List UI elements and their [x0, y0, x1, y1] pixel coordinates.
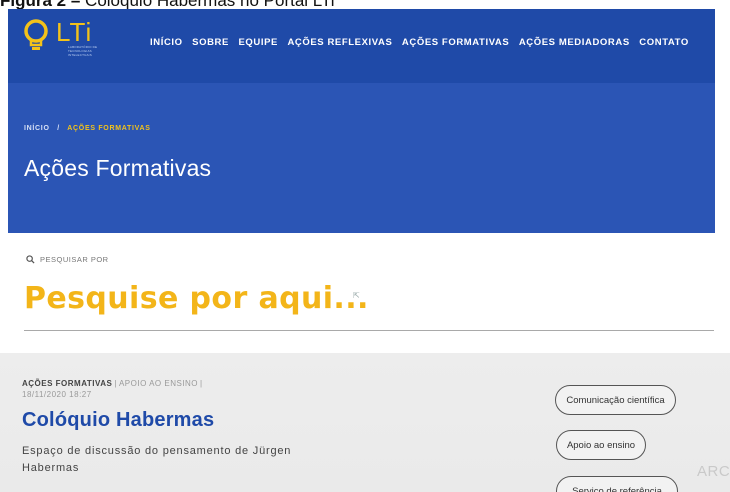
site-header: LTi LABORATÓRIO DE TECNOLOGIAS INTELECTU…	[8, 9, 715, 83]
meta-divider: |	[114, 379, 117, 388]
search-label: PESQUISAR POR	[40, 255, 109, 264]
search-icon	[26, 255, 35, 264]
figure-caption-text: Colóquio Habermas no Portal LTi	[85, 0, 334, 9]
nav-item-inicio[interactable]: INÍCIO	[150, 37, 183, 48]
search-input[interactable]	[24, 273, 644, 323]
tag-comunicacao-cientifica[interactable]: Comunicação científica	[555, 385, 676, 415]
main-nav: INÍCIO SOBRE EQUIPE AÇÕES REFLEXIVAS AÇÕ…	[150, 37, 698, 48]
post-date: 18/11/2020 18:27	[22, 390, 92, 399]
breadcrumb-home[interactable]: INÍCIO	[24, 125, 50, 132]
logo-tagline: LABORATÓRIO DE TECNOLOGIAS INTELECTUAIS	[68, 45, 98, 57]
tag-apoio-ao-ensino[interactable]: Apoio ao ensino	[556, 430, 646, 460]
post-subcategory[interactable]: APOIO AO ENSINO	[119, 379, 198, 388]
search-label-row: PESQUISAR POR	[26, 255, 109, 264]
post-category[interactable]: AÇÕES FORMATIVAS	[22, 379, 112, 388]
nav-item-contato[interactable]: CONTATO	[639, 37, 689, 48]
post-meta: AÇÕES FORMATIVAS | APOIO AO ENSINO | 18/11/…	[22, 378, 205, 400]
logo-text: LTi	[56, 17, 93, 47]
browser-viewport: LTi LABORATÓRIO DE TECNOLOGIAS INTELECTU…	[0, 9, 730, 492]
breadcrumb-separator: /	[57, 125, 60, 132]
tag-servico-de-referencia[interactable]: Serviço de referência	[556, 476, 678, 492]
nav-item-acoes-formativas[interactable]: AÇÕES FORMATIVAS	[402, 37, 509, 48]
nav-item-acoes-reflexivas[interactable]: AÇÕES REFLEXIVAS	[287, 37, 392, 48]
figure-caption-prefix: Figura 2 –	[0, 0, 80, 9]
lightbulb-icon	[24, 19, 48, 50]
search-underline	[24, 330, 714, 331]
figure-caption: Figura 2 – Colóquio Habermas no Portal L…	[0, 0, 730, 9]
watermark: ARC	[697, 463, 730, 480]
post-excerpt: Espaço de discussão do pensamento de Jür…	[22, 445, 292, 474]
post-card: AÇÕES FORMATIVAS | APOIO AO ENSINO | 18/11/…	[0, 353, 730, 492]
meta-divider: |	[200, 379, 203, 388]
nav-item-acoes-mediadoras[interactable]: AÇÕES MEDIADORAS	[519, 37, 630, 48]
breadcrumb-current: AÇÕES FORMATIVAS	[67, 125, 151, 132]
breadcrumb: INÍCIO / AÇÕES FORMATIVAS	[24, 125, 151, 132]
page-hero: INÍCIO / AÇÕES FORMATIVAS Ações Formativ…	[8, 83, 715, 233]
page-title: Ações Formativas	[24, 155, 212, 181]
nav-item-equipe[interactable]: EQUIPE	[238, 37, 278, 48]
mouse-cursor-icon: ⇱	[353, 291, 360, 300]
search-section: PESQUISAR POR ⇱	[8, 233, 715, 353]
post-title[interactable]: Colóquio Habermas	[22, 409, 214, 432]
site-logo[interactable]: LTi LABORATÓRIO DE TECNOLOGIAS INTELECTU…	[22, 15, 122, 65]
nav-item-sobre[interactable]: SOBRE	[192, 37, 229, 48]
